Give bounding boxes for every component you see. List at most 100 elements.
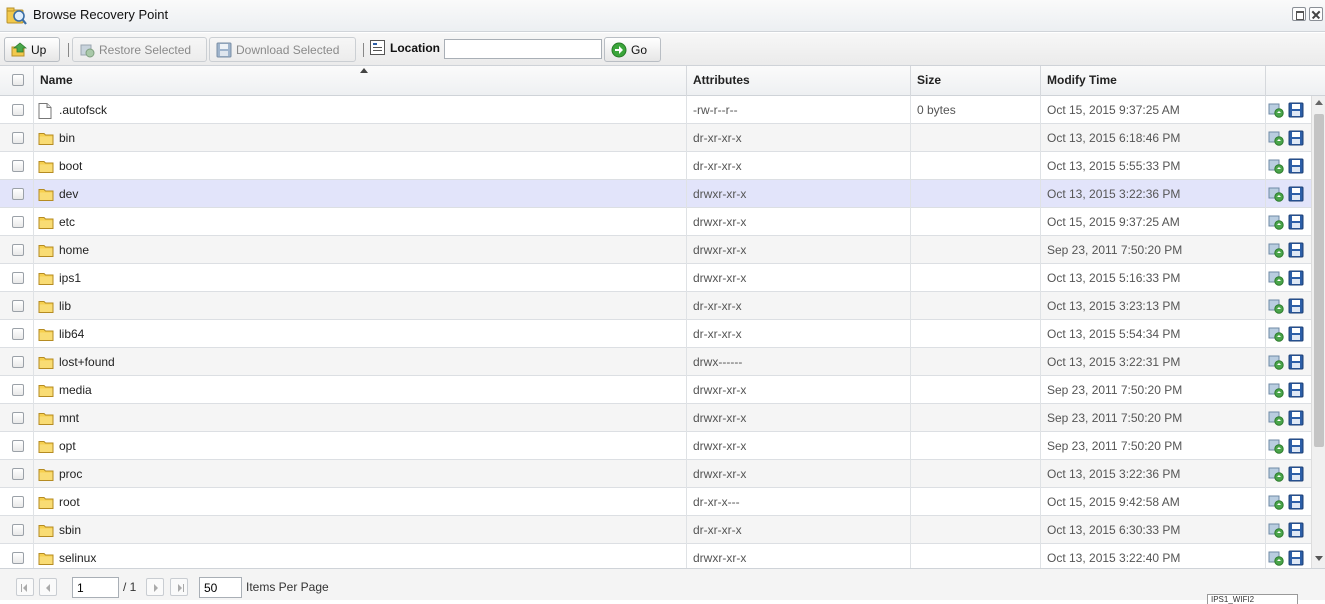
restore-icon[interactable] bbox=[1268, 410, 1284, 429]
scroll-up-icon[interactable] bbox=[1315, 100, 1323, 105]
restore-icon[interactable] bbox=[1268, 522, 1284, 541]
file-name[interactable]: dev bbox=[59, 187, 78, 201]
restore-icon[interactable] bbox=[1268, 186, 1284, 205]
row-checkbox[interactable] bbox=[12, 440, 24, 452]
floppy-disk-icon[interactable] bbox=[1288, 242, 1304, 261]
floppy-disk-icon[interactable] bbox=[1288, 102, 1304, 121]
restore-icon[interactable] bbox=[1268, 214, 1284, 233]
file-name[interactable]: root bbox=[59, 495, 80, 509]
table-row[interactable]: proc drwxr-xr-x Oct 13, 2015 3:22:36 PM bbox=[0, 460, 1311, 488]
table-row[interactable]: etc drwxr-xr-x Oct 15, 2015 9:37:25 AM bbox=[0, 208, 1311, 236]
row-checkbox[interactable] bbox=[12, 384, 24, 396]
restore-icon[interactable] bbox=[1268, 466, 1284, 485]
row-checkbox[interactable] bbox=[12, 468, 24, 480]
restore-selected-button[interactable]: Restore Selected bbox=[72, 37, 207, 62]
floppy-disk-icon[interactable] bbox=[1288, 438, 1304, 457]
floppy-disk-icon[interactable] bbox=[1288, 494, 1304, 513]
table-row[interactable]: mnt drwxr-xr-x Sep 23, 2011 7:50:20 PM bbox=[0, 404, 1311, 432]
previous-page-button[interactable] bbox=[39, 578, 57, 596]
row-checkbox[interactable] bbox=[12, 160, 24, 172]
table-row[interactable]: selinux drwxr-xr-x Oct 13, 2015 3:22:40 PM bbox=[0, 544, 1311, 568]
floppy-disk-icon[interactable] bbox=[1288, 410, 1304, 429]
floppy-disk-icon[interactable] bbox=[1288, 214, 1304, 233]
table-row[interactable]: dev drwxr-xr-x Oct 13, 2015 3:22:36 PM bbox=[0, 180, 1311, 208]
file-name[interactable]: selinux bbox=[59, 551, 96, 565]
floppy-disk-icon[interactable] bbox=[1288, 270, 1304, 289]
maximize-button[interactable] bbox=[1292, 7, 1306, 21]
last-page-button[interactable] bbox=[170, 578, 188, 596]
download-selected-button[interactable]: Download Selected bbox=[209, 37, 356, 62]
restore-icon[interactable] bbox=[1268, 158, 1284, 177]
table-row[interactable]: root dr-xr-x--- Oct 15, 2015 9:42:58 AM bbox=[0, 488, 1311, 516]
file-name[interactable]: mnt bbox=[59, 411, 79, 425]
table-row[interactable]: home drwxr-xr-x Sep 23, 2011 7:50:20 PM bbox=[0, 236, 1311, 264]
row-checkbox[interactable] bbox=[12, 216, 24, 228]
restore-icon[interactable] bbox=[1268, 242, 1284, 261]
table-row[interactable]: .autofsck -rw-r--r-- 0 bytes Oct 15, 2015 9… bbox=[0, 96, 1311, 124]
up-button[interactable]: Up bbox=[4, 37, 60, 62]
floppy-disk-icon[interactable] bbox=[1288, 158, 1304, 177]
restore-icon[interactable] bbox=[1268, 438, 1284, 457]
table-row[interactable]: lib dr-xr-xr-x Oct 13, 2015 3:23:13 PM bbox=[0, 292, 1311, 320]
table-row[interactable]: bin dr-xr-xr-x Oct 13, 2015 6:18:46 PM bbox=[0, 124, 1311, 152]
scrollbar-thumb[interactable] bbox=[1314, 114, 1324, 447]
floppy-disk-icon[interactable] bbox=[1288, 130, 1304, 149]
row-checkbox[interactable] bbox=[12, 132, 24, 144]
floppy-disk-icon[interactable] bbox=[1288, 522, 1304, 541]
floppy-disk-icon[interactable] bbox=[1288, 326, 1304, 345]
row-checkbox[interactable] bbox=[12, 188, 24, 200]
table-row[interactable]: boot dr-xr-xr-x Oct 13, 2015 5:55:33 PM bbox=[0, 152, 1311, 180]
vertical-scrollbar[interactable] bbox=[1311, 96, 1325, 568]
file-name[interactable]: proc bbox=[59, 467, 82, 481]
floppy-disk-icon[interactable] bbox=[1288, 382, 1304, 401]
row-checkbox[interactable] bbox=[12, 328, 24, 340]
row-checkbox[interactable] bbox=[12, 524, 24, 536]
file-name[interactable]: sbin bbox=[59, 523, 81, 537]
row-checkbox[interactable] bbox=[12, 272, 24, 284]
restore-icon[interactable] bbox=[1268, 354, 1284, 373]
file-name[interactable]: home bbox=[59, 243, 89, 257]
select-all-checkbox[interactable] bbox=[12, 74, 24, 86]
row-checkbox[interactable] bbox=[12, 412, 24, 424]
column-header-size[interactable]: Size bbox=[910, 66, 1040, 96]
file-name[interactable]: lib64 bbox=[59, 327, 84, 341]
floppy-disk-icon[interactable] bbox=[1288, 298, 1304, 317]
floppy-disk-icon[interactable] bbox=[1288, 550, 1304, 568]
file-name[interactable]: opt bbox=[59, 439, 76, 453]
table-row[interactable]: ips1 drwxr-xr-x Oct 13, 2015 5:16:33 PM bbox=[0, 264, 1311, 292]
restore-icon[interactable] bbox=[1268, 494, 1284, 513]
items-per-page-input[interactable] bbox=[199, 577, 242, 598]
location-input[interactable] bbox=[444, 39, 602, 59]
restore-icon[interactable] bbox=[1268, 130, 1284, 149]
table-row[interactable]: sbin dr-xr-xr-x Oct 13, 2015 6:30:33 PM bbox=[0, 516, 1311, 544]
file-name[interactable]: lib bbox=[59, 299, 71, 313]
next-page-button[interactable] bbox=[146, 578, 164, 596]
file-name[interactable]: .autofsck bbox=[59, 103, 107, 117]
restore-icon[interactable] bbox=[1268, 270, 1284, 289]
floppy-disk-icon[interactable] bbox=[1288, 466, 1304, 485]
file-name[interactable]: etc bbox=[59, 215, 75, 229]
row-checkbox[interactable] bbox=[12, 244, 24, 256]
floppy-disk-icon[interactable] bbox=[1288, 186, 1304, 205]
restore-icon[interactable] bbox=[1268, 550, 1284, 568]
row-checkbox[interactable] bbox=[12, 552, 24, 564]
file-name[interactable]: media bbox=[59, 383, 92, 397]
restore-icon[interactable] bbox=[1268, 102, 1284, 121]
page-number-input[interactable] bbox=[72, 577, 119, 598]
scroll-down-icon[interactable] bbox=[1315, 556, 1323, 561]
table-row[interactable]: lib64 dr-xr-xr-x Oct 13, 2015 5:54:34 PM bbox=[0, 320, 1311, 348]
table-row[interactable]: lost+found drwx------ Oct 13, 2015 3:22:31… bbox=[0, 348, 1311, 376]
row-checkbox[interactable] bbox=[12, 104, 24, 116]
table-row[interactable]: opt drwxr-xr-x Sep 23, 2011 7:50:20 PM bbox=[0, 432, 1311, 460]
column-header-modify-time[interactable]: Modify Time bbox=[1040, 66, 1265, 96]
table-row[interactable]: media drwxr-xr-x Sep 23, 2011 7:50:20 PM bbox=[0, 376, 1311, 404]
row-checkbox[interactable] bbox=[12, 496, 24, 508]
restore-icon[interactable] bbox=[1268, 298, 1284, 317]
file-name[interactable]: ips1 bbox=[59, 271, 81, 285]
column-header-attributes[interactable]: Attributes bbox=[686, 66, 910, 96]
go-button[interactable]: Go bbox=[604, 37, 661, 62]
file-name[interactable]: bin bbox=[59, 131, 75, 145]
first-page-button[interactable] bbox=[16, 578, 34, 596]
file-name[interactable]: boot bbox=[59, 159, 82, 173]
row-checkbox[interactable] bbox=[12, 300, 24, 312]
